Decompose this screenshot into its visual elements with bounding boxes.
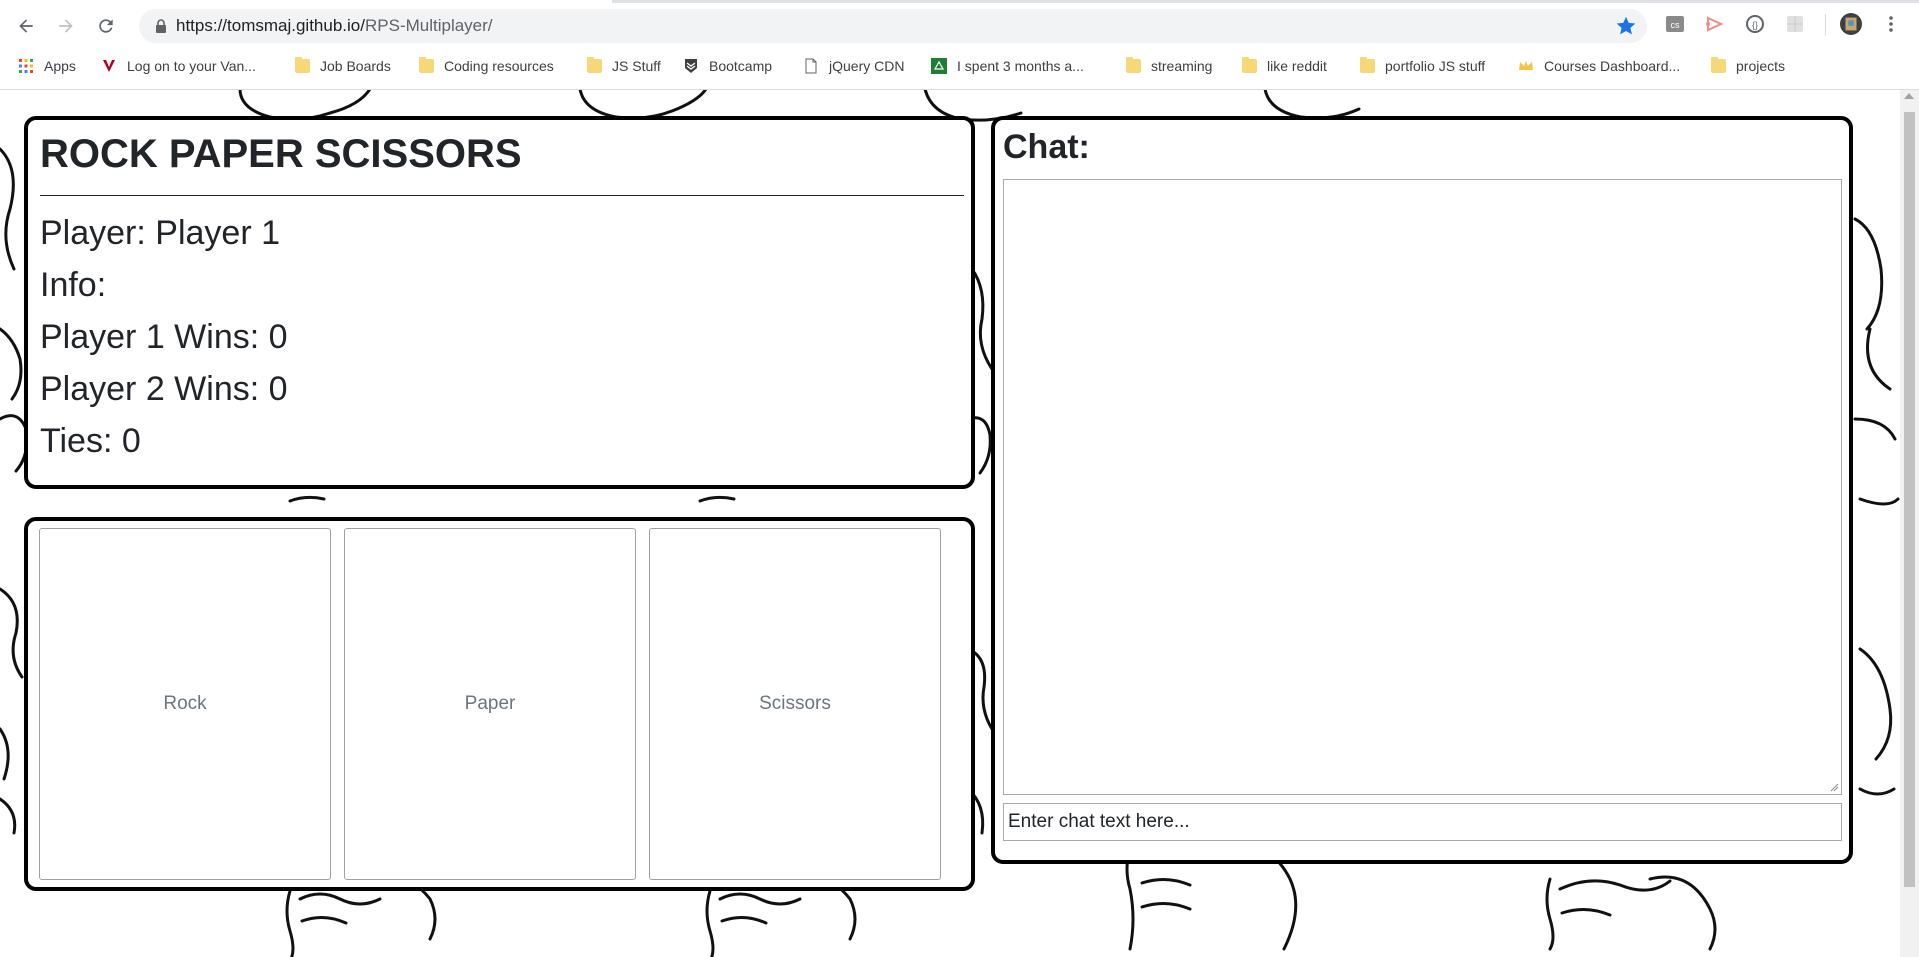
bookmark-jquery-cdn[interactable]: jQuery CDN [803,55,904,77]
bookmark-projects[interactable]: projects [1711,55,1785,77]
reload-button[interactable] [92,12,120,40]
bookmark-js-stuff[interactable]: JS Stuff [587,55,661,77]
bookmark-label: JS Stuff [612,58,661,74]
svg-text:{}: {} [1752,20,1758,30]
url-text: https://tomsmaj.github.io/RPS-Multiplaye… [176,16,493,35]
page-title: ROCK PAPER SCISSORS [40,132,522,176]
chat-panel: Chat: [991,116,1853,864]
page-content: ROCK PAPER SCISSORS Player: Player 1 Inf… [0,89,1900,957]
back-button[interactable] [12,12,40,40]
browser-toolbar: https://tomsmaj.github.io/RPS-Multiplaye… [0,0,1919,90]
forward-button[interactable] [52,12,80,40]
bookmark-label: Courses Dashboard... [1544,58,1681,74]
bookmark-label: Log on to your Van... [127,58,256,74]
bookmark-courses-dashboard[interactable]: Courses Dashboard... [1518,55,1680,77]
reload-icon [99,19,113,33]
crown-icon [1519,61,1533,70]
folder-icon [1711,57,1726,73]
bookmark-label: I spent 3 months a... [957,58,1084,74]
bookmark-label: projects [1736,58,1786,74]
bookmark-bootcamp[interactable]: Bootcamp [683,55,772,77]
rock-button[interactable]: Rock [39,528,331,880]
bookmark-label: Coding resources [444,58,554,74]
code-extension-icon[interactable]: {} [1744,13,1766,35]
screencast-extension-icon[interactable] [1704,13,1726,35]
scrollbar-thumb[interactable] [1904,112,1915,887]
bookmark-vanguard[interactable]: Log on to your Van... [101,55,256,77]
svg-text:cs: cs [1671,20,1681,30]
chat-log[interactable] [1003,179,1842,795]
resize-handle-icon[interactable] [1830,783,1839,792]
bookmark-label: portfolio JS stuff [1385,58,1486,74]
folder-icon [295,57,310,73]
bookmark-label: Bootcamp [709,58,773,74]
player-label: Player: Player 1 [40,214,280,252]
game-info-panel: ROCK PAPER SCISSORS Player: Player 1 Inf… [24,116,975,489]
player1-wins: Player 1 Wins: 0 [40,318,288,356]
tab-strip [0,0,1919,3]
bookmarks-bar: Apps Log on to your Van... Job Boards Co… [0,53,1919,79]
arrow-left-icon [19,19,33,33]
toolbar-separator [1825,14,1826,36]
page-scrollbar[interactable] [1900,89,1919,957]
title-divider [40,195,964,196]
bookmark-label: jQuery CDN [829,58,905,74]
chat-input[interactable] [1003,803,1842,841]
folder-icon [419,57,434,73]
v-logo-icon [103,60,115,72]
bookmark-star-icon[interactable] [1615,15,1637,37]
apps-grid-icon [19,59,33,73]
folder-icon [587,57,602,73]
bookmark-label: Job Boards [320,58,391,74]
folder-icon [1126,57,1141,73]
info-label: Info: [40,266,107,304]
bookmark-label: Apps [44,58,76,74]
player2-wins: Player 2 Wins: 0 [40,370,288,408]
choices-panel: Rock Paper Scissors [24,517,975,891]
arrow-right-icon [59,19,73,33]
bookmark-like-reddit[interactable]: like reddit [1242,55,1327,77]
grid-extension-icon[interactable] [1784,13,1806,35]
folder-icon [1360,57,1375,73]
shield-chevron-icon [685,59,697,73]
profile-avatar[interactable] [1840,13,1862,35]
bookmark-label: like reddit [1267,58,1327,74]
green-square-icon [931,58,947,74]
address-bar[interactable]: https://tomsmaj.github.io/RPS-Multiplaye… [139,9,1647,43]
bookmark-label: streaming [1151,58,1213,74]
ties-count: Ties: 0 [40,422,141,460]
scissors-button[interactable]: Scissors [649,528,941,880]
bookmark-portfolio-js-stuff[interactable]: portfolio JS stuff [1360,55,1485,77]
bookmark-i-spent-3-months[interactable]: I spent 3 months a... [931,55,1084,77]
lastpass-extension-icon[interactable]: cs [1664,13,1686,35]
page-icon [805,58,817,74]
folder-icon [1242,57,1257,73]
bookmark-job-boards[interactable]: Job Boards [295,55,391,77]
chat-title: Chat: [1003,128,1090,166]
scroll-up-arrow-icon[interactable] [1904,93,1914,99]
lock-icon [156,19,166,33]
bookmark-streaming[interactable]: streaming [1126,55,1212,77]
bookmark-apps[interactable]: Apps [18,55,76,77]
menu-kebab-icon[interactable] [1880,13,1902,35]
paper-button[interactable]: Paper [344,528,636,880]
bookmark-coding-resources[interactable]: Coding resources [419,55,554,77]
